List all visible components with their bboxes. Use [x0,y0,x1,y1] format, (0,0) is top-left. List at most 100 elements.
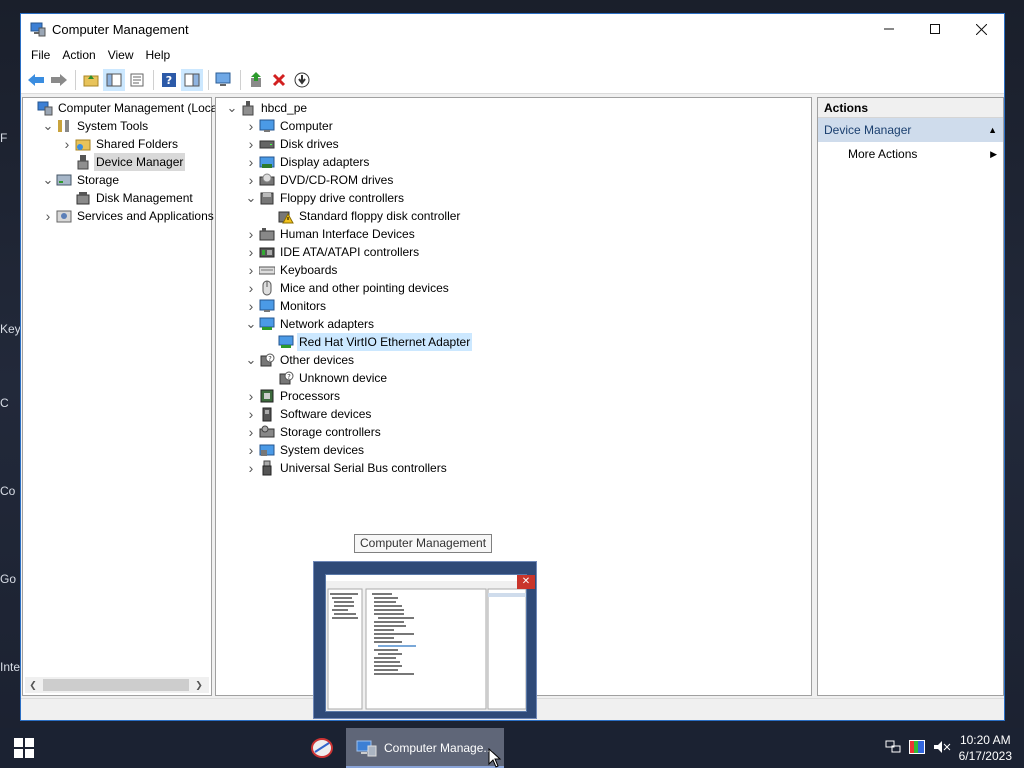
device-tree-item[interactable]: › Mice and other pointing devices [245,279,451,297]
more-actions-item[interactable]: More Actions ▶ [818,142,1003,166]
maximize-button[interactable] [912,14,958,44]
chevron-down-icon[interactable]: ⌄ [42,171,54,189]
actions-section-device-manager[interactable]: Device Manager ▲ [818,118,1003,142]
computer-root-icon [240,100,256,116]
menu-view[interactable]: View [102,48,140,62]
collapse-up-icon[interactable]: ▲ [988,118,997,142]
chevron-right-icon[interactable]: › [245,459,257,477]
chevron-right-icon[interactable]: › [245,153,257,171]
chevron-right-icon[interactable]: › [245,297,257,315]
console-tree-item[interactable]: › Shared Folders [61,135,180,153]
console-tree-item[interactable]: › Services and Applications [42,207,216,225]
device-tree-item[interactable]: › Storage controllers [245,423,383,441]
chevron-right-icon[interactable]: › [245,261,257,279]
device-tree-item[interactable]: › Monitors [245,297,328,315]
chevron-right-icon[interactable]: › [245,225,257,243]
device-tree-label: Storage controllers [280,425,381,439]
chevron-right-icon[interactable]: › [245,117,257,135]
show-hide-tree-icon[interactable] [103,68,125,91]
taskbar-thumbnail-preview[interactable]: ✕ [313,561,537,719]
chevron-right-icon[interactable]: › [245,387,257,405]
device-tree-item[interactable]: › IDE ATA/ATAPI controllers [245,243,421,261]
network-icon[interactable] [885,740,901,757]
chevron-right-icon[interactable]: › [245,279,257,297]
console-tree-label: System Tools [77,119,149,133]
usb-icon [259,460,275,476]
device-tree-item[interactable]: Standard floppy disk controller [264,207,462,225]
device-tree-item[interactable]: ⌄ Floppy drive controllers [245,189,406,207]
console-tree-item[interactable]: ⌄ Storage [42,171,121,189]
volume-muted-icon[interactable] [933,740,951,757]
chevron-right-icon[interactable]: › [245,423,257,441]
scan-hardware-icon[interactable] [213,69,235,91]
chevron-down-icon[interactable]: ⌄ [245,315,257,333]
device-tree-item[interactable]: › Software devices [245,405,373,423]
chevron-down-icon[interactable]: ⌄ [226,99,238,117]
device-tree-item[interactable]: ⌄? Other devices [245,351,356,369]
chevron-down-icon[interactable]: ⌄ [42,117,54,135]
scroll-right-icon[interactable]: ❯ [191,677,207,693]
back-icon[interactable] [25,69,47,91]
desktop-label: Go [0,572,17,586]
device-tree-item[interactable]: ⌄ Network adapters [245,315,376,333]
scroll-left-icon[interactable]: ❮ [25,677,41,693]
chevron-right-icon[interactable]: › [61,135,73,153]
device-tree-item[interactable]: ? Unknown device [264,369,389,387]
device-tree-item[interactable]: › Universal Serial Bus controllers [245,459,449,477]
device-tree-item[interactable]: › DVD/CD-ROM drives [245,171,395,189]
properties-icon[interactable] [126,69,148,91]
chevron-right-icon[interactable]: › [245,243,257,261]
menu-action[interactable]: Action [56,48,101,62]
update-driver-icon[interactable] [245,69,267,91]
chevron-right-icon[interactable]: › [245,171,257,189]
menu-file[interactable]: File [25,48,56,62]
action-pane-icon[interactable] [181,68,203,91]
device-tree-item[interactable]: › Computer [245,117,335,135]
device-tree-item[interactable]: Red Hat VirtIO Ethernet Adapter [264,333,473,351]
scroll-thumb[interactable] [43,679,189,691]
up-folder-icon[interactable] [80,69,102,91]
actions-header: Actions [818,98,1003,118]
chevron-down-icon[interactable]: ⌄ [245,351,257,369]
close-button[interactable] [958,14,1004,44]
start-button[interactable] [0,728,48,768]
device-tree-item[interactable]: ⌄ hbcd_pe [226,99,309,117]
title-bar[interactable]: Computer Management [21,14,1004,44]
console-tree-item[interactable]: Computer Management (Local [23,99,222,117]
taskbar-app-1[interactable] [304,728,340,768]
chevron-right-icon[interactable]: › [245,135,257,153]
uninstall-device-icon[interactable] [268,69,290,91]
device-tree-item[interactable]: › Disk drives [245,135,341,153]
processor-icon [259,388,275,404]
forward-icon[interactable] [48,69,70,91]
horizontal-scrollbar[interactable]: ❮ ❯ [25,677,209,693]
taskbar-computer-management[interactable]: Computer Manage... [346,728,504,768]
device-tree-item[interactable]: › Processors [245,387,342,405]
device-tree-label: DVD/CD-ROM drives [280,173,394,187]
console-tree-item[interactable]: Device Manager [61,153,186,171]
download-icon[interactable] [291,69,313,91]
chevron-right-icon[interactable]: › [245,441,257,459]
console-tree-item[interactable]: ⌄ System Tools [42,117,150,135]
computer-management-icon [356,740,377,757]
console-tree-item[interactable]: Disk Management [61,189,195,207]
menu-help[interactable]: Help [140,48,177,62]
help-icon[interactable]: ? [158,69,180,91]
ide-controller-icon [259,244,275,260]
chevron-right-icon[interactable]: › [42,207,54,225]
warning-device-icon [278,208,294,224]
disk-management-icon [75,190,91,206]
device-tree-item[interactable]: › System devices [245,441,366,459]
device-tree-item[interactable]: › Display adapters [245,153,371,171]
color-profile-icon[interactable] [908,739,925,757]
thumbnail-close-icon[interactable]: ✕ [517,575,535,589]
window-thumbnail[interactable] [325,574,527,712]
chevron-down-icon[interactable]: ⌄ [245,189,257,207]
device-tree-label: hbcd_pe [261,101,308,115]
minimize-button[interactable] [866,14,912,44]
device-tree-label: Computer [280,119,333,133]
device-tree-item[interactable]: › Keyboards [245,261,339,279]
device-tree-item[interactable]: › Human Interface Devices [245,225,417,243]
taskbar-clock[interactable]: 10:20 AM 6/17/2023 [959,732,1012,764]
chevron-right-icon[interactable]: › [245,405,257,423]
